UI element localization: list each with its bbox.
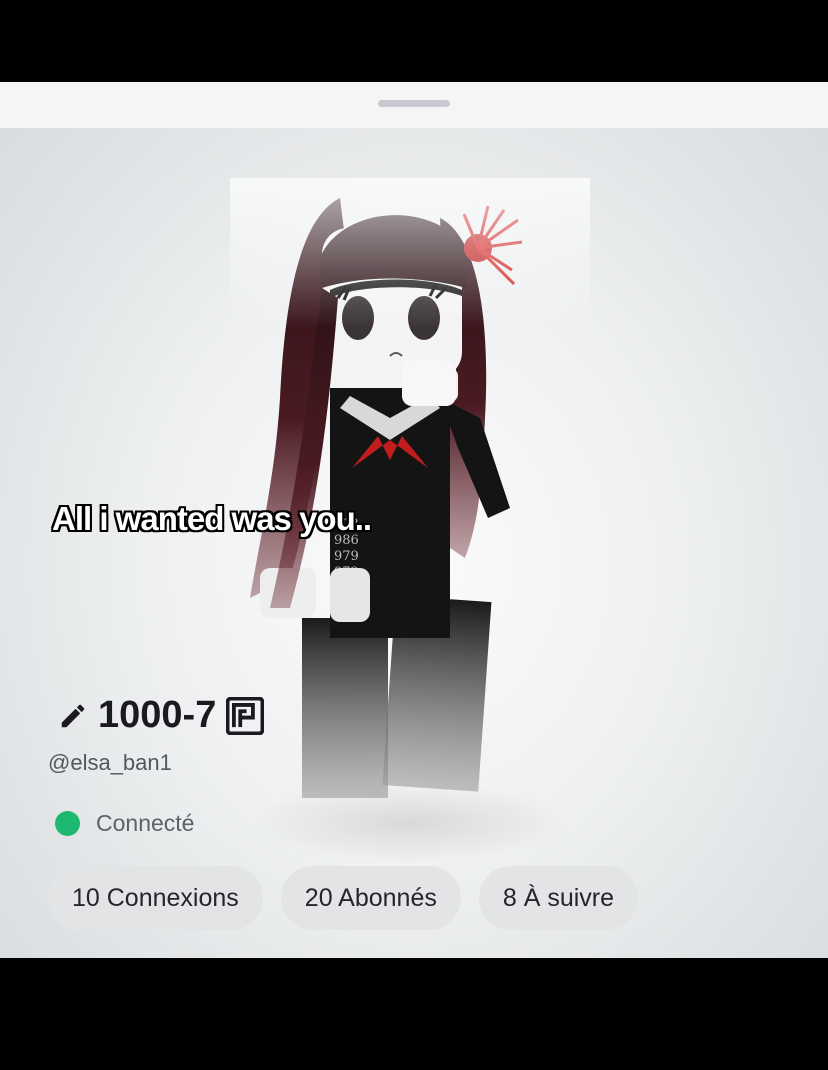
username: @elsa_ban1 [48, 750, 172, 775]
top-letterbox [0, 0, 828, 82]
online-indicator-icon [55, 811, 80, 836]
drag-handle[interactable] [378, 100, 450, 107]
pencil-icon[interactable] [58, 701, 88, 731]
status-label: Connecté [96, 810, 195, 836]
bottom-letterbox [0, 958, 828, 1070]
display-name: 1000-7 [98, 694, 217, 736]
profile-sheet: 993 986 979 972 All i wanted was you.. [0, 82, 828, 958]
followers-button[interactable]: 20 Abonnés [280, 866, 461, 930]
svg-text:979: 979 [334, 549, 359, 564]
caption-text: All i wanted was you.. [52, 500, 372, 537]
sheet-header [0, 82, 828, 128]
following-button[interactable]: 8 À suivre [478, 866, 639, 930]
connections-button[interactable]: 10 Connexions [48, 866, 263, 930]
avatar-image[interactable]: 993 986 979 972 [230, 178, 590, 818]
presence-status: Connecté [55, 810, 194, 837]
premium-icon [226, 696, 265, 735]
display-name-row: 1000-7 [58, 694, 265, 737]
stats-row: 10 Connexions 20 Abonnés 8 À suivre [48, 866, 639, 930]
